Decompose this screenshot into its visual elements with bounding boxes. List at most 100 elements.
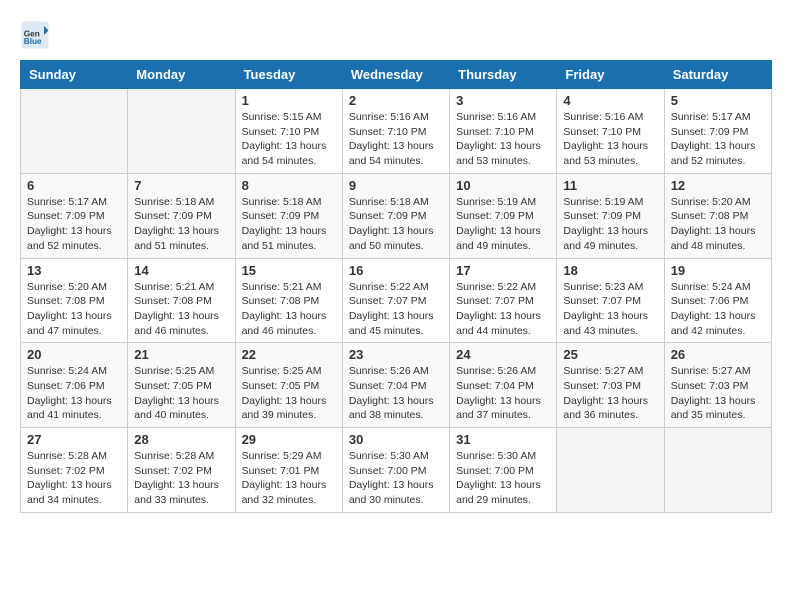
day-number: 19 [671,263,765,278]
day-number: 31 [456,432,550,447]
day-number: 5 [671,93,765,108]
day-number: 3 [456,93,550,108]
day-number: 30 [349,432,443,447]
header-thursday: Thursday [450,61,557,89]
day-info: Sunrise: 5:30 AMSunset: 7:00 PMDaylight:… [349,449,443,508]
calendar-cell: 7Sunrise: 5:18 AMSunset: 7:09 PMDaylight… [128,173,235,258]
day-info: Sunrise: 5:23 AMSunset: 7:07 PMDaylight:… [563,280,657,339]
calendar-cell: 5 Sunrise: 5:17 AMSunset: 7:09 PMDaylight… [664,89,771,174]
calendar-header-row: Sunday Monday Tuesday Wednesday Thursday… [21,61,772,89]
day-info: Sunrise: 5:25 AMSunset: 7:05 PMDaylight:… [134,364,228,423]
day-number: 16 [349,263,443,278]
calendar-cell: 15Sunrise: 5:21 AMSunset: 7:08 PMDayligh… [235,258,342,343]
calendar-cell: 25 Sunrise: 5:27 AMSunset: 7:03 PMDayligh… [557,343,664,428]
day-info: Sunrise: 5:20 AMSunset: 7:08 PMDaylight:… [27,280,121,339]
calendar-cell: 17Sunrise: 5:22 AMSunset: 7:07 PMDayligh… [450,258,557,343]
calendar-cell: 22 Sunrise: 5:25 AMSunset: 7:05 PMDayligh… [235,343,342,428]
day-info: Sunrise: 5:18 AMSunset: 7:09 PMDaylight:… [349,195,443,254]
calendar-cell: 19 Sunrise: 5:24 AMSunset: 7:06 PMDayligh… [664,258,771,343]
calendar-cell: 23Sunrise: 5:26 AMSunset: 7:04 PMDayligh… [342,343,449,428]
day-number: 13 [27,263,121,278]
day-info: Sunrise: 5:25 AMSunset: 7:05 PMDaylight:… [242,364,336,423]
header-wednesday: Wednesday [342,61,449,89]
calendar-week-3: 20Sunrise: 5:24 AMSunset: 7:06 PMDayligh… [21,343,772,428]
day-info: Sunrise: 5:22 AMSunset: 7:07 PMDaylight:… [349,280,443,339]
calendar-cell: 20Sunrise: 5:24 AMSunset: 7:06 PMDayligh… [21,343,128,428]
calendar-cell: 24Sunrise: 5:26 AMSunset: 7:04 PMDayligh… [450,343,557,428]
calendar-cell [557,428,664,513]
day-number: 26 [671,347,765,362]
calendar-cell: 8 Sunrise: 5:18 AMSunset: 7:09 PMDaylight… [235,173,342,258]
calendar-cell: 11 Sunrise: 5:19 AMSunset: 7:09 PMDayligh… [557,173,664,258]
day-number: 11 [563,178,657,193]
calendar-cell: 27 Sunrise: 5:28 AMSunset: 7:02 PMDayligh… [21,428,128,513]
day-number: 14 [134,263,228,278]
calendar-cell: 29Sunrise: 5:29 AMSunset: 7:01 PMDayligh… [235,428,342,513]
day-info: Sunrise: 5:19 AMSunset: 7:09 PMDaylight:… [456,195,550,254]
day-info: Sunrise: 5:16 AMSunset: 7:10 PMDaylight:… [456,110,550,169]
header-sunday: Sunday [21,61,128,89]
calendar-cell: 14 Sunrise: 5:21 AMSunset: 7:08 PMDayligh… [128,258,235,343]
calendar-cell: 13 Sunrise: 5:20 AMSunset: 7:08 PMDayligh… [21,258,128,343]
day-info: Sunrise: 5:26 AMSunset: 7:04 PMDaylight:… [456,364,550,423]
calendar-week-0: 1 Sunrise: 5:15 AMSunset: 7:10 PMDaylight… [21,89,772,174]
day-number: 9 [349,178,443,193]
day-number: 22 [242,347,336,362]
svg-text:Blue: Blue [24,37,42,46]
calendar-week-2: 13 Sunrise: 5:20 AMSunset: 7:08 PMDayligh… [21,258,772,343]
day-info: Sunrise: 5:30 AMSunset: 7:00 PMDaylight:… [456,449,550,508]
calendar-week-4: 27 Sunrise: 5:28 AMSunset: 7:02 PMDayligh… [21,428,772,513]
day-info: Sunrise: 5:28 AMSunset: 7:02 PMDaylight:… [134,449,228,508]
day-info: Sunrise: 5:22 AMSunset: 7:07 PMDaylight:… [456,280,550,339]
day-number: 21 [134,347,228,362]
calendar-cell: 18 Sunrise: 5:23 AMSunset: 7:07 PMDayligh… [557,258,664,343]
header-friday: Friday [557,61,664,89]
calendar-cell: 1 Sunrise: 5:15 AMSunset: 7:10 PMDaylight… [235,89,342,174]
calendar-cell: 9 Sunrise: 5:18 AMSunset: 7:09 PMDaylight… [342,173,449,258]
day-number: 10 [456,178,550,193]
day-info: Sunrise: 5:19 AMSunset: 7:09 PMDaylight:… [563,195,657,254]
page-header: Gen Blue [20,20,772,50]
day-number: 6 [27,178,121,193]
calendar-cell: 31 Sunrise: 5:30 AMSunset: 7:00 PMDayligh… [450,428,557,513]
calendar-cell: 28Sunrise: 5:28 AMSunset: 7:02 PMDayligh… [128,428,235,513]
header-monday: Monday [128,61,235,89]
day-info: Sunrise: 5:27 AMSunset: 7:03 PMDaylight:… [563,364,657,423]
calendar-cell: 30 Sunrise: 5:30 AMSunset: 7:00 PMDayligh… [342,428,449,513]
calendar-cell: 26Sunrise: 5:27 AMSunset: 7:03 PMDayligh… [664,343,771,428]
day-info: Sunrise: 5:24 AMSunset: 7:06 PMDaylight:… [671,280,765,339]
day-number: 8 [242,178,336,193]
day-info: Sunrise: 5:16 AMSunset: 7:10 PMDaylight:… [349,110,443,169]
logo-icon: Gen Blue [20,20,50,50]
calendar-cell: 3 Sunrise: 5:16 AMSunset: 7:10 PMDaylight… [450,89,557,174]
calendar-cell: 2 Sunrise: 5:16 AMSunset: 7:10 PMDaylight… [342,89,449,174]
calendar-week-1: 6Sunrise: 5:17 AMSunset: 7:09 PMDaylight… [21,173,772,258]
day-info: Sunrise: 5:20 AMSunset: 7:08 PMDaylight:… [671,195,765,254]
calendar-table: Sunday Monday Tuesday Wednesday Thursday… [20,60,772,513]
day-number: 2 [349,93,443,108]
day-info: Sunrise: 5:18 AMSunset: 7:09 PMDaylight:… [242,195,336,254]
calendar-cell: 6Sunrise: 5:17 AMSunset: 7:09 PMDaylight… [21,173,128,258]
day-info: Sunrise: 5:15 AMSunset: 7:10 PMDaylight:… [242,110,336,169]
day-number: 12 [671,178,765,193]
day-info: Sunrise: 5:21 AMSunset: 7:08 PMDaylight:… [242,280,336,339]
day-number: 18 [563,263,657,278]
header-saturday: Saturday [664,61,771,89]
day-info: Sunrise: 5:17 AMSunset: 7:09 PMDaylight:… [671,110,765,169]
day-info: Sunrise: 5:26 AMSunset: 7:04 PMDaylight:… [349,364,443,423]
day-number: 25 [563,347,657,362]
day-number: 27 [27,432,121,447]
calendar-cell: 10 Sunrise: 5:19 AMSunset: 7:09 PMDayligh… [450,173,557,258]
day-number: 1 [242,93,336,108]
calendar-cell: 16 Sunrise: 5:22 AMSunset: 7:07 PMDayligh… [342,258,449,343]
day-info: Sunrise: 5:21 AMSunset: 7:08 PMDaylight:… [134,280,228,339]
day-info: Sunrise: 5:28 AMSunset: 7:02 PMDaylight:… [27,449,121,508]
day-info: Sunrise: 5:16 AMSunset: 7:10 PMDaylight:… [563,110,657,169]
calendar-cell: 12 Sunrise: 5:20 AMSunset: 7:08 PMDayligh… [664,173,771,258]
calendar-cell: 4Sunrise: 5:16 AMSunset: 7:10 PMDaylight… [557,89,664,174]
day-number: 20 [27,347,121,362]
calendar-cell [21,89,128,174]
day-number: 7 [134,178,228,193]
day-info: Sunrise: 5:29 AMSunset: 7:01 PMDaylight:… [242,449,336,508]
header-tuesday: Tuesday [235,61,342,89]
